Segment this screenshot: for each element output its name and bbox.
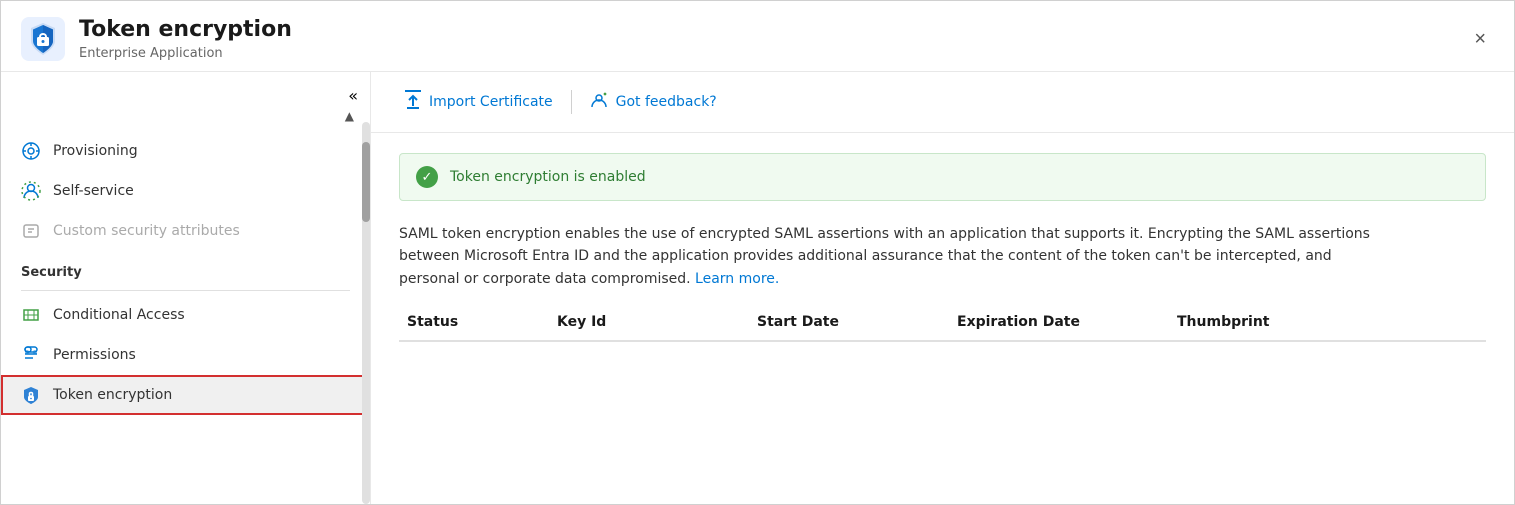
- sidebar-item-token-encryption[interactable]: Token encryption: [1, 375, 370, 415]
- self-service-icon: [21, 181, 41, 201]
- sidebar-item-self-service[interactable]: Self-service: [1, 171, 370, 211]
- sidebar-item-conditional-access[interactable]: Conditional Access: [1, 295, 370, 335]
- window-subtitle: Enterprise Application: [79, 46, 1466, 61]
- sidebar-scrollbar[interactable]: [362, 122, 370, 504]
- content-area: Token encryption is enabled SAML token e…: [371, 133, 1514, 504]
- feedback-icon: [590, 91, 608, 113]
- column-header-key-id: Key Id: [549, 314, 749, 330]
- toolbar: Import Certificate Got feedback?: [371, 72, 1514, 133]
- provisioning-icon: [21, 141, 41, 161]
- column-header-status: Status: [399, 314, 549, 330]
- sidebar-item-provisioning[interactable]: Provisioning: [1, 131, 370, 171]
- app-window: Token encryption Enterprise Application …: [0, 0, 1515, 505]
- close-button[interactable]: ×: [1466, 25, 1494, 53]
- column-header-thumbprint: Thumbprint: [1169, 314, 1469, 330]
- sidebar-item-permissions[interactable]: Permissions: [1, 335, 370, 375]
- description-text: SAML token encryption enables the use of…: [399, 223, 1379, 290]
- success-banner: Token encryption is enabled: [399, 153, 1486, 201]
- collapse-icon[interactable]: «: [348, 86, 358, 105]
- got-feedback-label: Got feedback?: [616, 94, 717, 110]
- description-body: SAML token encryption enables the use of…: [399, 226, 1370, 287]
- sidebar-scrollbar-thumb: [362, 142, 370, 222]
- sidebar-item-self-service-label: Self-service: [53, 183, 134, 199]
- sidebar-item-conditional-access-label: Conditional Access: [53, 307, 185, 323]
- sidebar-item-custom-security-label: Custom security attributes: [53, 223, 240, 239]
- token-encryption-icon: [21, 385, 41, 405]
- sidebar-collapse[interactable]: «: [1, 82, 370, 109]
- app-icon: [21, 17, 65, 61]
- got-feedback-button[interactable]: Got feedback?: [576, 85, 731, 119]
- custom-attrs-icon: [21, 221, 41, 241]
- column-header-start-date: Start Date: [749, 314, 949, 330]
- title-bar: Token encryption Enterprise Application …: [1, 1, 1514, 72]
- permissions-icon: [21, 345, 41, 365]
- scroll-up-icon[interactable]: ▲: [345, 109, 354, 123]
- conditional-access-icon: [21, 305, 41, 325]
- sidebar-item-permissions-label: Permissions: [53, 347, 136, 363]
- success-message: Token encryption is enabled: [450, 169, 646, 185]
- security-divider: [21, 290, 350, 291]
- import-certificate-button[interactable]: Import Certificate: [391, 84, 567, 120]
- sidebar-item-token-encryption-label: Token encryption: [53, 387, 172, 403]
- security-section-label: Security: [1, 251, 370, 286]
- learn-more-link[interactable]: Learn more.: [695, 271, 779, 287]
- import-up-arrow-icon: [405, 90, 421, 114]
- sidebar-item-provisioning-label: Provisioning: [53, 143, 138, 159]
- sidebar-item-custom-security[interactable]: Custom security attributes: [1, 211, 370, 251]
- success-check-icon: [416, 166, 438, 188]
- body-area: « ▲ Provisioning Self-service: [1, 72, 1514, 504]
- window-title: Token encryption: [79, 17, 1466, 43]
- toolbar-divider: [571, 90, 572, 114]
- main-content: Import Certificate Got feedback? Token e…: [371, 72, 1514, 504]
- table-header: Status Key Id Start Date Expiration Date…: [399, 314, 1486, 342]
- import-certificate-label: Import Certificate: [429, 94, 553, 110]
- title-text-block: Token encryption Enterprise Application: [79, 17, 1466, 60]
- sidebar: « ▲ Provisioning Self-service: [1, 72, 371, 504]
- column-header-expiration-date: Expiration Date: [949, 314, 1169, 330]
